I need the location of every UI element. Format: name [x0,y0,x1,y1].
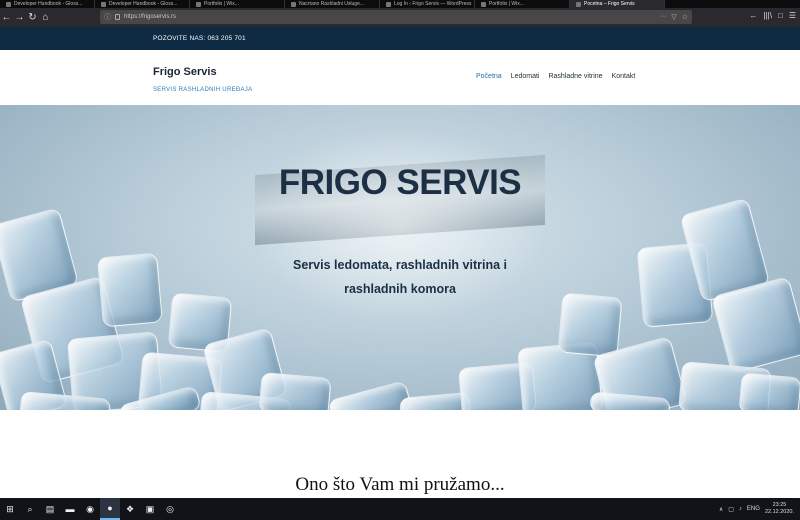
app2-icon[interactable]: ◎ [160,498,180,520]
bookmark-star-icon[interactable]: ☆ [682,13,688,21]
home-icon[interactable]: ⌂ [39,11,52,24]
app-icon[interactable]: ▣ [140,498,160,520]
windows-taskbar: ⊞ ⌕ ▤ ▬ ◉ ● ❖ ▣ ◎ ∧ ▢ ♪ ENG 23:25 22.12.2020. [0,498,800,520]
devtools-icon[interactable]: ← [750,11,758,20]
lock-icon [115,14,120,20]
browser-toolbar: ← → ↻ ⌂ ⓘ https://frigoservis.rs ··· ▽ ☆… [0,8,800,27]
nav-item-rashladne-vitrine[interactable]: Rashladne vitrine [548,73,602,80]
favicon-icon [6,1,11,7]
browser-tab[interactable]: Log In ‹ Frigo Servis — WordPress [380,0,475,8]
site-topbar: POZOVITE NAS: 063 205 701 [0,27,800,50]
browser-tab[interactable]: Portfolio | Wix... [190,0,285,8]
task-view-icon[interactable]: ▤ [40,498,60,520]
favicon-icon [481,1,486,7]
clock-time: 23:25 [772,502,787,508]
tab-label: Portfolio | Wix... [204,1,239,7]
browser-tab[interactable]: Portfolio | Wix... [475,0,570,8]
forward-icon[interactable]: → [13,11,26,24]
tab-label: Log In ‹ Frigo Servis — WordPress [394,1,472,7]
reload-icon[interactable]: ↻ [26,11,39,24]
file-explorer-icon[interactable]: ▬ [60,498,80,520]
site-header: Frigo Servis SERVIS RASHLADNIH UREĐAJA P… [0,50,800,105]
browser-tab[interactable]: Developer Handbook - Gloss... [95,0,190,8]
nav-item-ledomati[interactable]: Ledomati [511,73,540,80]
tab-label: Nacrtano Rashladni Usluge... [299,1,365,7]
nav-item-kontakt[interactable]: Kontakt [612,73,636,80]
favicon-icon [196,1,201,7]
favicon-icon [386,1,391,7]
sidebar-icon[interactable]: □ [778,11,783,20]
network-icon[interactable]: ▢ [728,506,734,513]
favicon-icon [291,1,296,7]
pocket-icon[interactable]: ▽ [671,13,676,21]
windows-icon[interactable]: ⊞ [0,498,20,520]
system-tray: ∧ ▢ ♪ ENG 23:25 22.12.2020. [719,498,794,520]
volume-icon[interactable]: ♪ [739,506,742,512]
menu-icon[interactable]: ☰ [789,11,796,20]
main-nav: Početna Ledomati Rashladne vitrine Konta… [476,73,635,80]
ice-cube [258,372,332,410]
services-heading: Ono što Vam mi pružamo... [295,474,505,495]
browser-tab-strip: Developer Handbook - Gloss... Developer H… [0,0,800,8]
browser-tab[interactable]: Developer Handbook - Gloss... [0,0,95,8]
clock[interactable]: 23:25 22.12.2020. [765,502,794,516]
favicon-icon [576,1,581,7]
site-tagline: SERVIS RASHLADNIH UREĐAJA [153,87,253,93]
phone-text: POZOVITE NAS: 063 205 701 [153,35,246,42]
chrome-icon[interactable]: ◉ [80,498,100,520]
hero-subtitle: Servis ledomata, rashladnih vitrina i ra… [293,258,507,296]
clock-date: 22.12.2020. [764,509,794,515]
back-icon[interactable]: ← [0,11,13,24]
ice-cube [738,372,800,410]
browser-tab[interactable]: Pocetna – Frigo Servis [570,0,665,8]
tray-chevron-icon[interactable]: ∧ [719,506,723,513]
firefox-icon[interactable]: ● [100,498,120,520]
language-indicator[interactable]: ENG [747,506,760,512]
ice-cube [557,292,623,358]
site-title[interactable]: Frigo Servis [153,66,217,78]
vscode-icon[interactable]: ❖ [120,498,140,520]
search-icon[interactable]: ⌕ [20,498,40,520]
url-text[interactable]: https://frigoservis.rs [124,14,176,20]
hero-banner: FRIGO SERVIS Servis ledomata, rashladnih… [0,105,800,410]
favicon-icon [101,1,106,7]
browser-tab[interactable]: Nacrtano Rashladni Usluge... [285,0,380,8]
tab-label: Portfolio | Wix... [489,1,524,7]
tab-label: Developer Handbook - Gloss... [14,1,83,7]
nav-item-pocetna[interactable]: Početna [476,73,502,80]
tab-label: Pocetna – Frigo Servis [584,1,635,7]
info-icon[interactable]: ⓘ [104,12,111,22]
tab-label: Developer Handbook - Gloss... [109,1,178,7]
ice-cube [97,252,163,328]
page-actions-icon[interactable]: ··· [659,13,666,21]
library-icon[interactable]: |||\ [764,11,772,20]
hero-title: FRIGO SERVIS [278,163,522,202]
address-bar[interactable]: ⓘ https://frigoservis.rs ··· ▽ ☆ [100,10,692,24]
